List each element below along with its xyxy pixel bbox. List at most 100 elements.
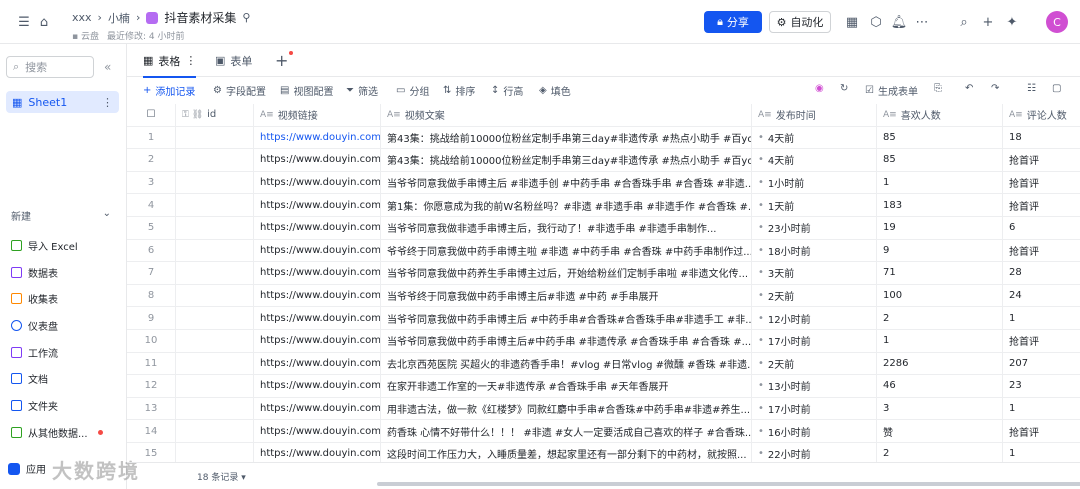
cell-likes[interactable]: 1 (877, 171, 1003, 194)
cell-likes[interactable]: 85 (877, 149, 1003, 171)
cell-video-text[interactable]: 当爷爷同意我做手串博主后 #非遗手创 #中药手串 #合香珠手串 #合香珠 #非遗… (381, 171, 752, 194)
table-row[interactable]: 5 https://www.douyin.com... 当爷爷同意我做非遗手串博主后… (127, 217, 1080, 240)
cell-comments[interactable]: 28 (1003, 262, 1080, 284)
cell-video-link[interactable]: https://www.douyin.com... (254, 126, 381, 149)
cell-comments[interactable]: 抢首评 (1003, 172, 1080, 194)
cell-publish-time[interactable]: • 17小时前 (752, 397, 877, 420)
sidebar-item-other-data[interactable]: 从其他数据... (11, 419, 121, 446)
cell-id[interactable] (176, 171, 254, 194)
cell-publish-time[interactable]: • 3天前 (752, 262, 877, 284)
cell-comments[interactable]: 1 (1003, 307, 1080, 329)
more-icon[interactable]: ⋮ (102, 96, 113, 109)
cell-id[interactable] (176, 397, 254, 420)
view-config-button[interactable]: ▤ 视图配置 (280, 83, 333, 98)
sidebar-item-datasheet[interactable]: 数据表 (11, 259, 121, 286)
cell-id[interactable] (176, 262, 254, 284)
cell-likes[interactable]: 183 (877, 194, 1003, 216)
cell-publish-time[interactable]: • 2天前 (752, 284, 877, 307)
cell-video-text[interactable]: 当爷爷同意我做非遗手串博主后，我行动了！#非遗手串 #非遗手串制作... (381, 217, 752, 239)
cell-comments[interactable]: 抢首评 (1003, 240, 1080, 262)
breadcrumb-item-folder[interactable]: 小楠 (108, 10, 130, 26)
template-icon[interactable]: ▦ (842, 12, 862, 32)
cell-likes[interactable]: 85 (877, 126, 1003, 149)
cell-video-text[interactable]: 这段时间工作压力大，入睡质量差，想起家里还有一部分剩下的中药材，就按照... (381, 443, 752, 462)
cell-id[interactable] (176, 194, 254, 216)
share-view-icon[interactable]: ⎘ (934, 83, 942, 94)
cell-likes[interactable]: 46 (877, 375, 1003, 397)
cell-publish-time[interactable]: • 4天前 (752, 149, 877, 171)
cell-comments[interactable]: 18 (1003, 127, 1080, 149)
cell-video-link[interactable]: https://www.douyin.com... (254, 262, 381, 284)
filter-button[interactable]: ⏷ 筛选 (346, 83, 378, 98)
new-section-header[interactable]: 新建 ⌄ (11, 208, 111, 223)
table-row[interactable]: 7 https://www.douyin.com... 当爷爷同意我做中药养生手串博… (127, 262, 1080, 285)
column-header-comments[interactable]: A≡ 评论人数 (1003, 104, 1080, 126)
cell-comments[interactable]: 1 (1003, 443, 1080, 462)
sidebar-item-folder[interactable]: 文件夹 (11, 392, 121, 419)
cell-likes[interactable]: 2 (877, 443, 1003, 462)
field-config-button[interactable]: ⚙ 字段配置 (213, 83, 266, 98)
cell-id[interactable] (176, 443, 254, 462)
table-row[interactable]: 2 https://www.douyin.com... 第43集：挑战给前10000… (127, 149, 1080, 172)
cell-likes[interactable]: 71 (877, 262, 1003, 284)
cell-video-text[interactable]: 第43集：挑战给前10000位粉丝定制手串第三day#非遗传承 #热点小助手 #… (381, 149, 752, 171)
cell-comments[interactable]: 抢首评 (1003, 194, 1080, 216)
cell-video-text[interactable]: 第43集：挑战给前10000位粉丝定制手串第三day#非遗传承 #热点小助手 #… (381, 126, 752, 149)
column-header-video-link[interactable]: A≡ 视频链接 (254, 104, 381, 126)
add-record-button[interactable]: + 添加记录 (143, 83, 195, 98)
plus-icon[interactable]: + (978, 12, 998, 32)
table-row[interactable]: 6 https://www.douyin.com... 爷爷终于同意我做中药手串博主… (127, 239, 1080, 263)
more-icon[interactable]: ⋮ (185, 54, 196, 67)
cell-likes[interactable]: 1 (877, 330, 1003, 352)
cell-comments[interactable]: 抢首评 (1003, 149, 1080, 171)
cell-video-link[interactable]: https://www.douyin.com... (254, 352, 381, 375)
cell-likes[interactable]: 2 (877, 307, 1003, 329)
cell-id[interactable] (176, 307, 254, 329)
cell-comments[interactable]: 24 (1003, 285, 1080, 307)
cell-id[interactable] (176, 420, 254, 442)
cell-likes[interactable]: 赞 (877, 420, 1003, 442)
column-header-likes[interactable]: A≡ 喜欢人数 (877, 104, 1003, 126)
cell-video-text[interactable]: 当爷爷同意我做中药养生手串博主过后，开始给粉丝们定制手串啦 #非遗文化传... (381, 262, 752, 284)
row-height-button[interactable]: ↕ 行高 (491, 83, 523, 98)
toggle-sidebar-icon[interactable]: ☰ (14, 12, 34, 32)
cell-video-link[interactable]: https://www.douyin.com... (254, 397, 381, 420)
sparkle-icon[interactable]: ✦ (1002, 12, 1022, 32)
cell-id[interactable] (176, 330, 254, 352)
cell-publish-time[interactable]: • 1天前 (752, 194, 877, 216)
cell-publish-time[interactable]: • 18小时前 (752, 239, 877, 262)
table-row[interactable]: 10 https://www.douyin.com... 当爷爷同意我做中药手串博主… (127, 330, 1080, 353)
cell-publish-time[interactable]: • 12小时前 (752, 307, 877, 329)
cell-id[interactable] (176, 217, 254, 239)
cell-likes[interactable]: 9 (877, 239, 1003, 262)
cell-id[interactable] (176, 352, 254, 375)
cell-publish-time[interactable]: • 16小时前 (752, 420, 877, 442)
sidebar-item-form[interactable]: 收集表 (11, 285, 121, 312)
cell-video-link[interactable]: https://www.douyin.com... (254, 420, 381, 442)
cell-video-text[interactable]: 当爷爷终于同意我做中药手串博主后#非遗 #中药 #手串展开 (381, 284, 752, 307)
search-icon[interactable]: ⌕ (954, 12, 974, 32)
cell-comments[interactable]: 抢首评 (1003, 420, 1080, 442)
table-row[interactable]: 8 https://www.douyin.com... 当爷爷终于同意我做中药手串博… (127, 284, 1080, 308)
column-header-id[interactable]: ⚿ ⛓ id (176, 104, 254, 126)
doc-title[interactable]: 抖音素材采集 (164, 9, 236, 26)
sidebar-item-dashboard[interactable]: 仪表盘 (11, 312, 121, 339)
apps-entry[interactable]: 应用 (8, 461, 46, 476)
cell-likes[interactable]: 19 (877, 217, 1003, 239)
automation-button[interactable]: ⚙ 自动化 (769, 11, 831, 33)
cell-publish-time[interactable]: • 23小时前 (752, 217, 877, 239)
cell-video-link[interactable]: https://www.douyin.com... (254, 375, 381, 397)
avatar[interactable]: C (1046, 11, 1068, 33)
table-row[interactable]: 1 https://www.douyin.com... 第43集：挑战给前10000… (127, 126, 1080, 150)
table-row[interactable]: 11 https://www.douyin.com... 去北京西苑医院 买超火的非… (127, 352, 1080, 376)
collapse-sidebar-icon[interactable]: « (104, 60, 111, 74)
add-view-button[interactable]: + (275, 44, 288, 77)
cell-id[interactable] (176, 375, 254, 397)
breadcrumb-item-root[interactable]: xxx (72, 11, 92, 24)
cell-publish-time[interactable]: • 13小时前 (752, 375, 877, 397)
comment-icon[interactable]: ▢ (1052, 83, 1061, 94)
cell-video-link[interactable]: https://www.douyin.com... (254, 307, 381, 329)
cell-video-text[interactable]: 用非遗古法，做一款《红楼梦》同款红麝中手串#合香珠#中药手串#非遗#养生... (381, 397, 752, 420)
settings-icon[interactable]: ☷ (1027, 83, 1036, 94)
table-row[interactable]: 12 https://www.douyin.com... 在家开非遗工作室的一天#非… (127, 375, 1080, 398)
